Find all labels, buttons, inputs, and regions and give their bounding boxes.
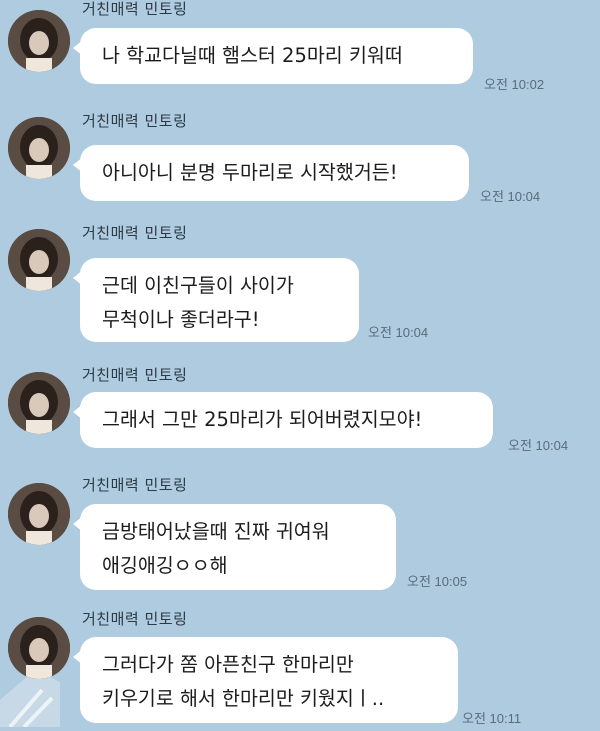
message-time: 오전 10:05 xyxy=(407,574,468,589)
avatar[interactable] xyxy=(8,372,70,434)
message-time: 오전 10:02 xyxy=(484,77,545,92)
message-time: 오전 10:04 xyxy=(368,325,429,340)
profile-photo-icon xyxy=(8,617,70,679)
message-text: 아니아니 분명 두마리로 시작했거든! xyxy=(102,161,398,184)
avatar[interactable] xyxy=(8,10,70,72)
avatar[interactable] xyxy=(8,117,70,179)
message-bubble[interactable]: 그러다가 쫌 아픈친구 한마리만 키우기로 해서 한마리만 키웠지ㅣ.. xyxy=(73,637,458,723)
message-time: 오전 10:04 xyxy=(508,438,569,453)
profile-photo-icon xyxy=(8,229,70,291)
sender-name: 거친매력 민토링 xyxy=(82,610,188,628)
profile-photo-icon xyxy=(8,372,70,434)
message-text: 애깅애깅ㅇㅇ해 xyxy=(102,554,228,577)
message-text: 나 학교다닐때 햄스터 25마리 키워떠 xyxy=(102,44,403,67)
message-bubble[interactable]: 금방태어났을때 진짜 귀여워 애깅애깅ㅇㅇ해 xyxy=(73,504,396,590)
message-text: 그래서 그만 25마리가 되어버렸지모야! xyxy=(102,408,423,431)
message-bubble[interactable]: 나 학교다닐때 햄스터 25마리 키워떠 xyxy=(73,28,473,84)
message-text: 그러다가 쫌 아픈친구 한마리만 xyxy=(102,653,354,676)
message-text: 근데 이친구들이 사이가 xyxy=(102,274,294,297)
avatar[interactable] xyxy=(8,229,70,291)
chat-area[interactable]: 거친매력 민토링 나 학교다닐때 햄스터 25마리 키워떠 오전 10:02 거… xyxy=(0,0,600,729)
message-time: 오전 10:11 xyxy=(462,711,522,726)
message-time: 오전 10:04 xyxy=(480,189,541,204)
message-text: 금방태어났을때 진짜 귀여워 xyxy=(102,520,330,543)
message-text: 키우기로 해서 한마리만 키웠지ㅣ.. xyxy=(102,687,385,710)
avatar[interactable] xyxy=(8,617,70,679)
sender-name: 거친매력 민토링 xyxy=(82,476,188,494)
sender-name: 거친매력 민토링 xyxy=(82,366,188,384)
profile-photo-icon xyxy=(8,10,70,72)
profile-photo-icon xyxy=(8,483,70,545)
sender-name: 거친매력 민토링 xyxy=(82,112,188,130)
sender-name: 거친매력 민토링 xyxy=(82,224,188,242)
message-bubble[interactable]: 그래서 그만 25마리가 되어버렸지모야! xyxy=(73,392,493,448)
message-text: 무척이나 좋더라구! xyxy=(102,308,260,331)
sender-name: 거친매력 민토링 xyxy=(82,0,188,18)
message-bubble[interactable]: 아니아니 분명 두마리로 시작했거든! xyxy=(73,145,469,201)
profile-photo-icon xyxy=(8,117,70,179)
message-bubble[interactable]: 근데 이친구들이 사이가 무척이나 좋더라구! xyxy=(73,258,359,342)
avatar[interactable] xyxy=(8,483,70,545)
